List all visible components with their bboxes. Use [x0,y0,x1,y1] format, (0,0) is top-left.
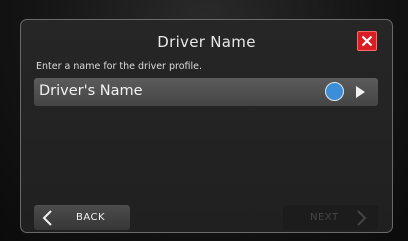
back-label: BACK [76,212,106,223]
dialog-title: Driver Name [157,33,256,51]
chevron-left-icon [42,210,52,226]
next-label: NEXT [310,212,339,223]
close-icon [361,35,373,47]
driver-name-label: Driver's Name [39,83,143,99]
play-arrow-icon [356,86,365,98]
instruction-text: Enter a name for the driver profile. [36,61,203,72]
chevron-right-icon [357,210,367,226]
back-button[interactable]: BACK [34,205,130,230]
radio-button[interactable] [325,82,344,101]
next-button[interactable]: NEXT [283,205,378,230]
close-button[interactable] [357,31,377,51]
driver-name-dialog: Driver Name Enter a name for the driver … [20,19,393,233]
driver-name-field[interactable]: Driver's Name [34,78,378,106]
screen-frame: Driver Name Enter a name for the driver … [0,0,408,241]
